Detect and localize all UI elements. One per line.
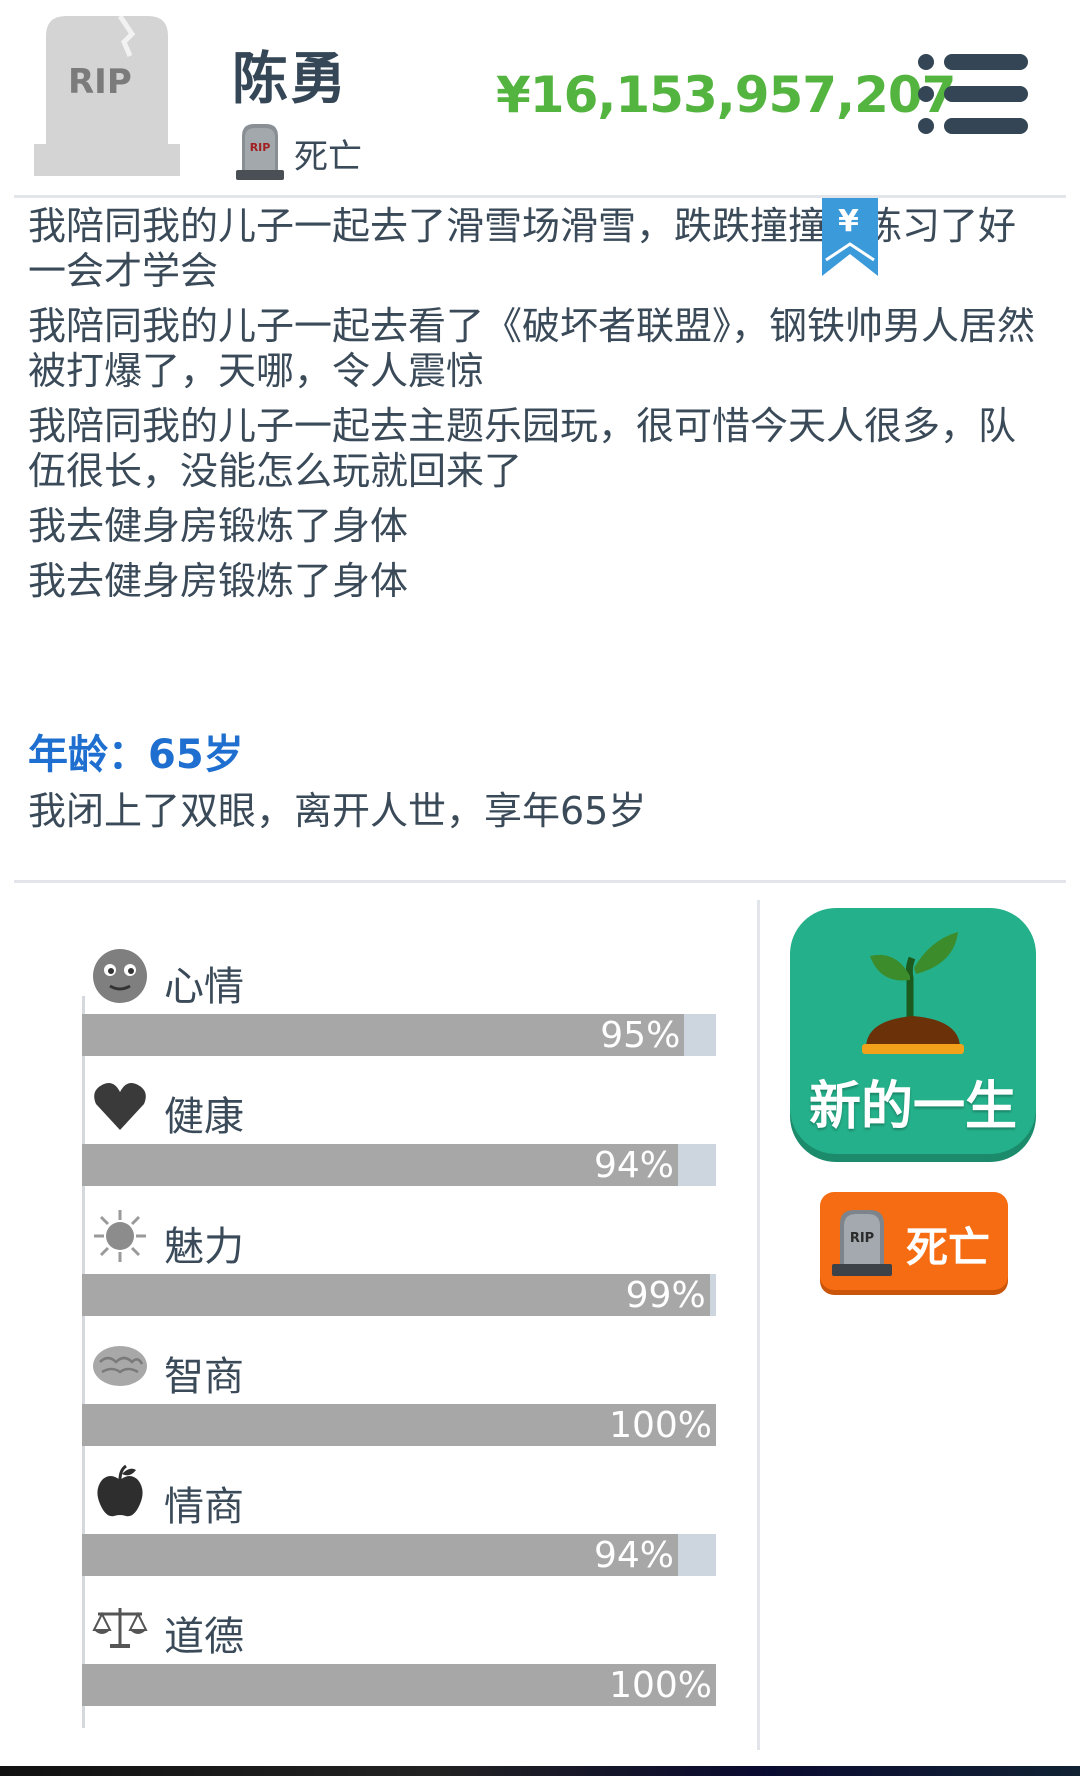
log-entry: 我去健身房锻炼了身体 (28, 504, 409, 548)
player-name: 陈勇 (232, 47, 348, 112)
stat-label-iq: 智商 (164, 1354, 244, 1400)
log-entry: 我陪同我的儿子一起去主题乐园玩，很可惜今天人很多，队伍很长，没能怎么玩就回来了 (28, 404, 1017, 493)
bottom-strip (0, 1766, 1080, 1776)
stat-label-health: 健康 (164, 1094, 244, 1140)
sprout-icon (860, 928, 966, 1062)
stat-value: 94% (593, 1145, 674, 1186)
stat-label-mood: 心情 (164, 964, 244, 1010)
stat-label-morality: 道德 (164, 1614, 244, 1660)
stat-bar-fill: 100% (82, 1404, 716, 1446)
brain-icon (92, 1338, 148, 1394)
tombstone-avatar: RIP (34, 14, 180, 176)
rip-gravestone-icon: RIP (832, 1206, 892, 1280)
apple-icon (92, 1464, 148, 1520)
stat-bar-mood: 95% (82, 1014, 716, 1056)
tombstone-label: RIP (68, 62, 132, 102)
log-entry: 我陪同我的儿子一起去看了《破坏者联盟》，钢铁帅男人居然被打爆了，天哪，令人震惊 (28, 304, 1036, 393)
stat-bar-fill: 99% (82, 1274, 710, 1316)
log-entry: 我去健身房锻炼了身体 (28, 559, 409, 603)
stat-bar-morality: 100% (82, 1664, 716, 1706)
bookmark-label: ¥ (838, 204, 859, 239)
stat-bar-fill: 100% (82, 1664, 716, 1706)
heart-icon (92, 1078, 148, 1134)
age-label: 年龄：65岁 (28, 732, 244, 778)
money-balance: ¥16,153,957,207 (496, 66, 956, 124)
svg-text:RIP: RIP (850, 1231, 874, 1246)
stat-value: 100% (609, 1405, 712, 1446)
section-divider (14, 880, 1066, 883)
stat-value: 94% (593, 1535, 674, 1576)
svg-text:RIP: RIP (250, 141, 271, 154)
stat-bar-fill: 95% (82, 1014, 685, 1056)
rip-gravestone-icon: RIP (236, 122, 284, 184)
list-menu-icon (918, 54, 1028, 134)
stat-value: 100% (609, 1665, 712, 1706)
new-life-label: 新的一生 (808, 1077, 1017, 1137)
stat-value: 99% (625, 1275, 706, 1316)
mood-face-icon (92, 948, 148, 1004)
status-text: 死亡 (294, 136, 362, 177)
stat-label-eq: 情商 (164, 1484, 244, 1530)
stat-label-charm: 魅力 (164, 1224, 244, 1270)
log-entry: 我陪同我的儿子一起去了滑雪场滑雪，跌跌撞撞的练习了好一会才学会 (28, 204, 1017, 293)
new-life-button[interactable]: 新的一生 (790, 908, 1036, 1154)
death-button-label: 死亡 (906, 1223, 991, 1272)
yen-bookmark-button[interactable]: ¥ (822, 198, 878, 276)
header-divider (14, 195, 1066, 198)
death-button[interactable]: RIP 死亡 (820, 1192, 1008, 1290)
stat-bar-fill: 94% (82, 1534, 678, 1576)
stat-bar-eq: 94% (82, 1534, 716, 1576)
stat-value: 95% (600, 1015, 681, 1056)
menu-button[interactable] (916, 52, 1028, 136)
stat-bar-charm: 99% (82, 1274, 716, 1316)
stat-bar-iq: 100% (82, 1404, 716, 1446)
death-message: 我闭上了双眼，离开人世，享年65岁 (28, 789, 647, 833)
stat-bar-health: 94% (82, 1144, 716, 1186)
header: RIP 陈勇 RIP 死亡 ¥16,153,957,207 (0, 0, 1080, 198)
stat-bar-fill: 94% (82, 1144, 678, 1186)
sun-icon (92, 1208, 148, 1264)
status-row: RIP 死亡 (236, 122, 362, 184)
scales-icon (92, 1598, 148, 1654)
event-log: 我陪同我的儿子一起去了滑雪场滑雪，跌跌撞撞的练习了好一会才学会 我陪同我的儿子一… (28, 204, 1038, 614)
stats-axis-line (82, 996, 85, 1728)
panel-divider (757, 900, 760, 1750)
